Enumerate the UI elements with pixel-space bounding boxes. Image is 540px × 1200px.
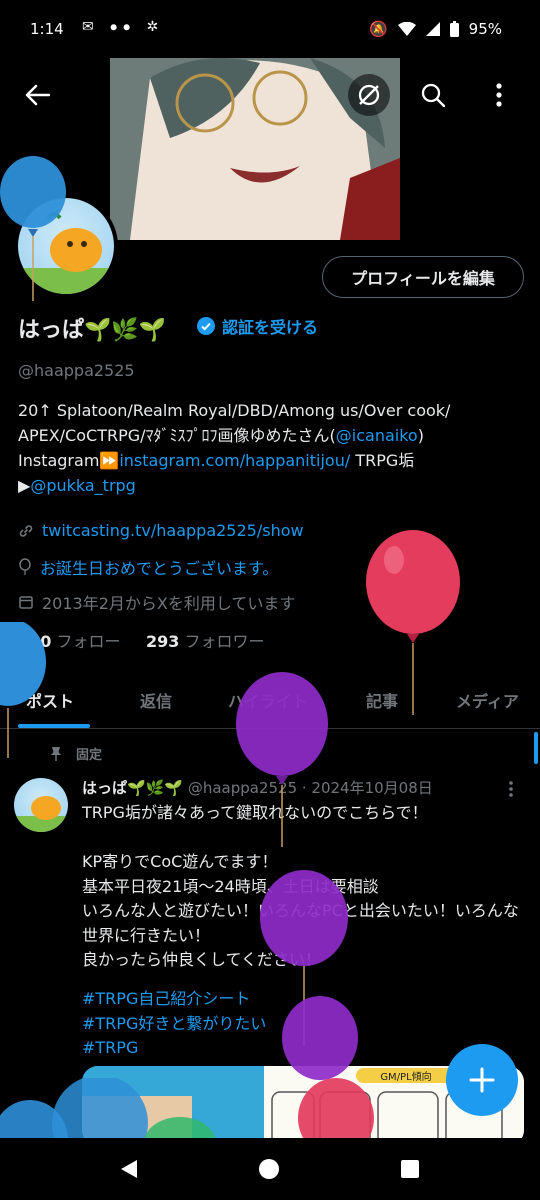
balloon-decoration	[298, 1078, 374, 1140]
balloon-decoration	[0, 622, 46, 758]
edit-profile-button[interactable]: プロフィールを編集	[322, 256, 524, 298]
followers-count: 293	[145, 632, 180, 651]
search-button[interactable]	[412, 74, 454, 116]
website-link[interactable]: twitcasting.tv/haappa2525/show	[42, 521, 304, 540]
system-nav-bar	[0, 1138, 540, 1200]
recents-nav-icon[interactable]	[400, 1159, 420, 1179]
get-verified-link[interactable]: 認証を受ける	[196, 314, 318, 338]
balloon-decoration	[0, 1078, 216, 1140]
home-nav-icon[interactable]	[258, 1158, 280, 1180]
tweet-avatar-image	[14, 796, 68, 832]
following-label: フォロー	[56, 632, 121, 651]
plus-icon	[469, 1067, 495, 1093]
bio-line-2-end: )	[417, 426, 424, 445]
battery-level: 95%	[468, 20, 502, 38]
status-bar: 1:14 ✉ ⦁⦁ ✲ 🔕 95%	[0, 0, 540, 60]
joined-text: 2013年2月からXを利用しています	[42, 594, 296, 613]
hashtag-link[interactable]: #TRPG	[82, 1036, 266, 1061]
status-time: 1:14	[30, 20, 64, 38]
hashtag-link[interactable]: #TRPG自己紹介シート	[82, 987, 266, 1012]
birthday-text: お誕生日おめでとうございます。	[40, 559, 279, 578]
arrow-left-icon	[25, 84, 50, 106]
battery-icon	[449, 21, 459, 37]
joined-row: 2013年2月からXを利用しています	[18, 590, 295, 614]
bio-instagram-link[interactable]: instagram.com/happanitijou/	[119, 451, 350, 470]
followers-link[interactable]: 293 フォロワー	[146, 632, 265, 651]
search-icon	[421, 83, 446, 108]
birthday-row: お誕生日おめでとうございます。	[18, 555, 278, 579]
balloon-icon	[19, 558, 31, 575]
pinned-indicator: 固定	[50, 744, 102, 763]
wifi-icon	[397, 22, 416, 36]
bio-line-1: 20↑ Splatoon/Realm Royal/DBD/Among us/Ov…	[18, 401, 451, 420]
pinned-label: 固定	[76, 748, 103, 763]
follow-counts: 720 フォロー 293 フォロワー	[18, 628, 264, 652]
back-nav-icon[interactable]	[118, 1158, 140, 1180]
bio-line-3: Instagram⏩	[18, 451, 120, 470]
bio-line-3-end: TRPG垢	[350, 451, 415, 470]
bio-mention-icanaiko[interactable]: @icanaiko	[336, 426, 418, 445]
no-preview-icon	[358, 84, 380, 106]
display-name: はっぱ🌱🌿🌱	[18, 318, 167, 343]
balloon-decoration	[236, 672, 328, 847]
profile-bio: 20↑ Splatoon/Realm Royal/DBD/Among us/Ov…	[18, 398, 528, 498]
tab-replies[interactable]: 返信	[140, 688, 172, 712]
scroll-indicator[interactable]	[534, 732, 538, 764]
link-icon	[19, 524, 33, 537]
tweet-author-name[interactable]: はっぱ🌱🌿🌱	[82, 779, 183, 797]
balloon-decoration	[366, 530, 460, 715]
website-row: twitcasting.tv/haappa2525/show	[18, 521, 304, 540]
verify-label: 認証を受ける	[222, 318, 319, 337]
tab-media[interactable]: メディア	[456, 688, 519, 712]
hashtag-link[interactable]: #TRPG好きと繋がりたい	[82, 1012, 266, 1037]
more-button[interactable]	[478, 74, 520, 116]
more-vertical-icon	[509, 781, 513, 797]
bio-mention-pukka[interactable]: @pukka_trpg	[30, 476, 136, 495]
tweet-more-button[interactable]	[508, 780, 514, 802]
balloon-decoration	[0, 156, 66, 301]
no-preview-button[interactable]	[348, 74, 390, 116]
notification-icons: ✉ ⦁⦁ ✲	[82, 19, 165, 35]
verified-badge-icon	[197, 317, 215, 335]
back-button[interactable]	[16, 74, 58, 116]
more-vertical-icon	[496, 83, 502, 107]
mute-icon: 🔕	[368, 20, 388, 38]
signal-icon	[425, 22, 440, 36]
tweet-hashtags: #TRPG自己紹介シート #TRPG好きと繋がりたい #TRPG	[82, 987, 266, 1061]
tweet-avatar[interactable]	[14, 778, 68, 832]
calendar-icon	[19, 596, 33, 609]
pin-icon	[51, 746, 61, 761]
bio-line-4: ▶	[18, 476, 31, 495]
compose-button[interactable]	[446, 1044, 518, 1116]
bio-line-2: APEX/CoCTRPG/ﾏﾀﾞﾐｽﾌﾟﾛﾌ画像ゆめたさん(	[18, 426, 336, 445]
followers-label: フォロワー	[184, 632, 265, 651]
profile-handle: @haappa2525	[18, 361, 135, 380]
